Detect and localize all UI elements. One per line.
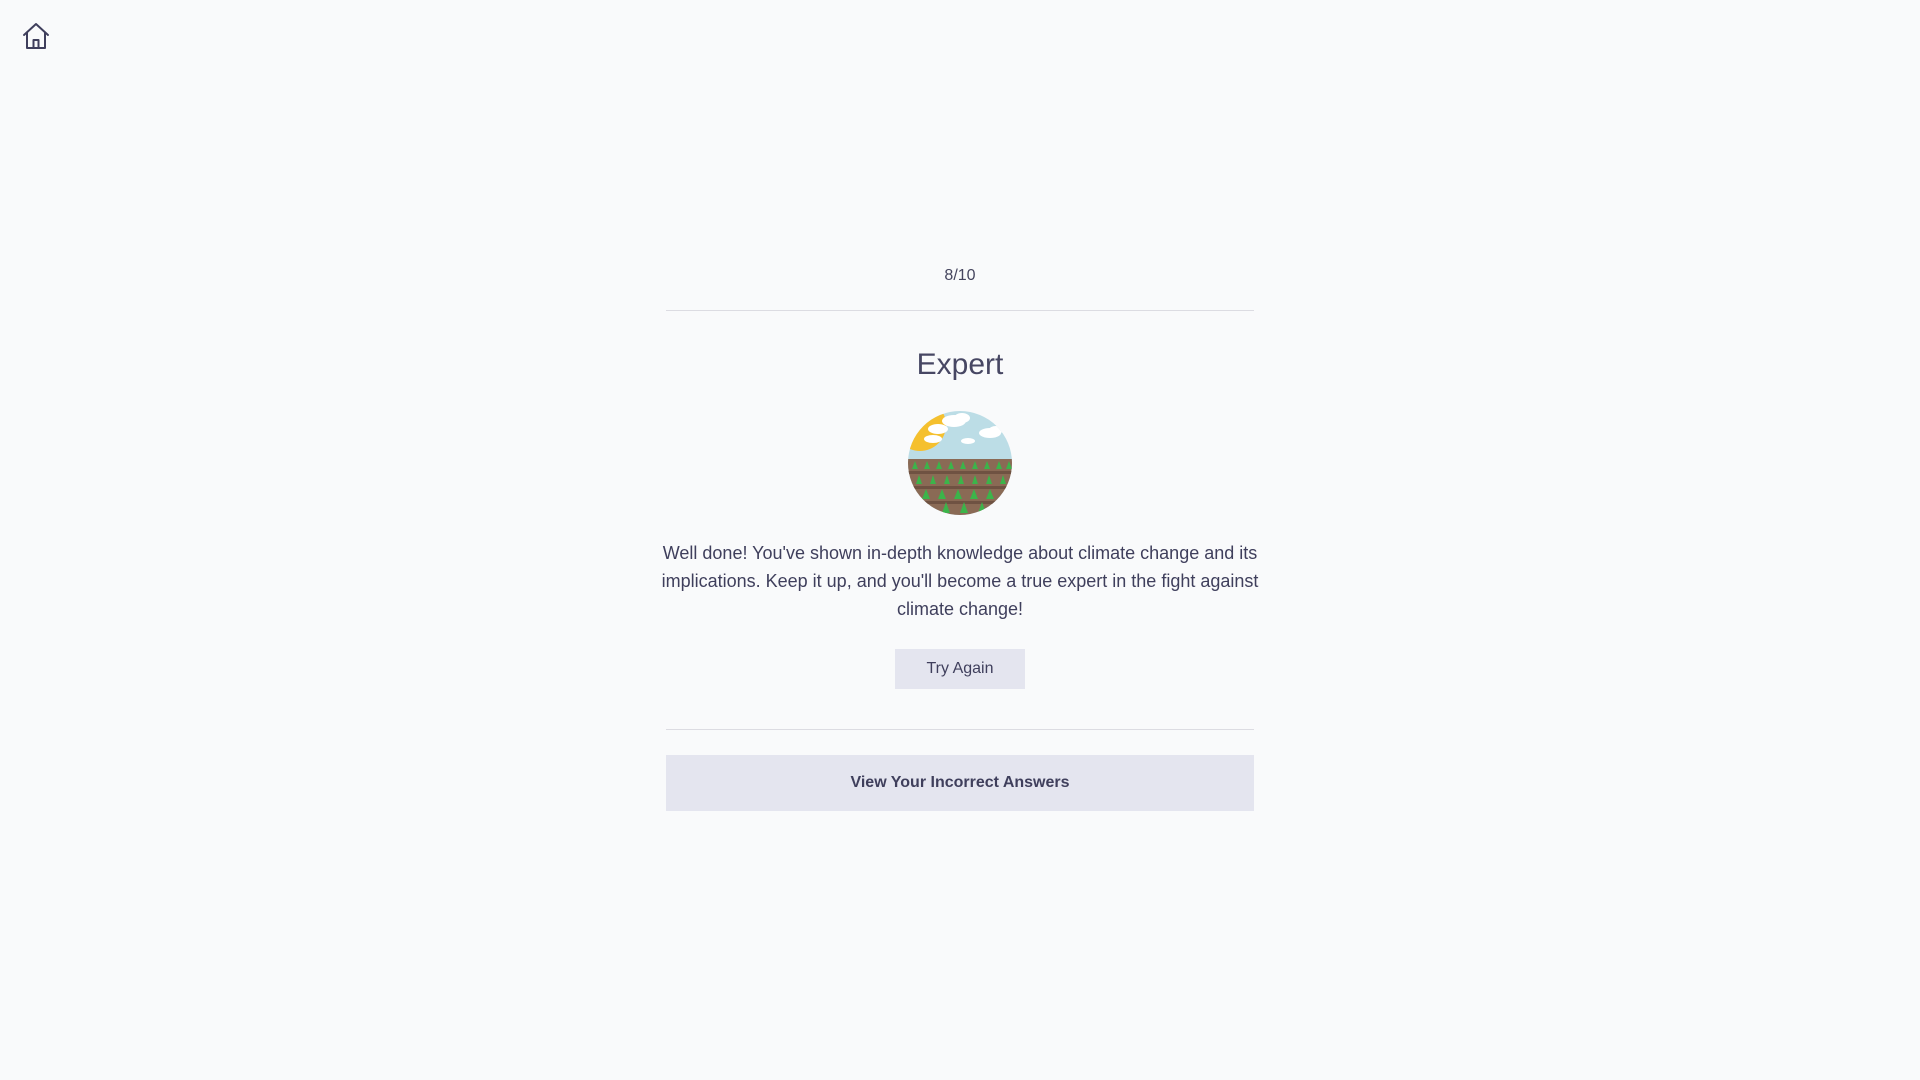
score-text: 8/10 xyxy=(944,267,976,284)
home-button[interactable] xyxy=(20,20,52,52)
divider xyxy=(666,729,1254,730)
quiz-result-panel: 8/10 Expert Well done! You've shown in-d… xyxy=(662,256,1258,811)
level-title: Expert xyxy=(916,348,1004,381)
badge-image xyxy=(908,411,1012,515)
farm-field-icon xyxy=(908,411,1012,515)
home-icon xyxy=(23,23,49,49)
result-message: Well done! You've shown in-depth knowled… xyxy=(661,543,1259,619)
view-incorrect-answers-button[interactable]: View Your Incorrect Answers xyxy=(666,755,1254,811)
divider xyxy=(666,310,1254,311)
try-again-button[interactable]: Try Again xyxy=(895,649,1025,689)
